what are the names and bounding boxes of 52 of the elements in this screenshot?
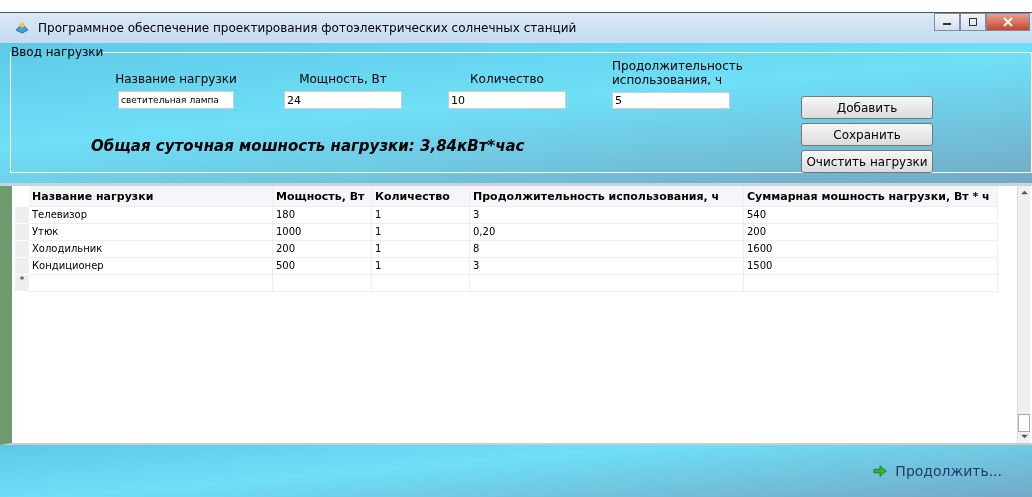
action-button[interactable]: Сохранить [801, 123, 933, 146]
group-title: Ввод нагрузки [11, 45, 104, 59]
maximize-button[interactable] [960, 13, 986, 31]
scroll-up-icon [1020, 190, 1028, 195]
input-field[interactable]: светительная лампа [118, 91, 234, 109]
new-row-marker[interactable]: * [15, 275, 29, 292]
column-header[interactable]: Количество [372, 186, 470, 207]
table-cell: 1 [372, 241, 470, 258]
table-cell: 200 [273, 241, 372, 258]
table-cell: 3 [470, 258, 744, 275]
vertical-scrollbar[interactable] [1017, 186, 1030, 443]
table-cell: Кондиционер [29, 258, 273, 275]
table-cell: 1 [372, 207, 470, 224]
action-button[interactable]: Добавить [801, 96, 933, 119]
minimize-button[interactable] [934, 13, 960, 31]
column-header[interactable]: Название нагрузки [29, 186, 273, 207]
table-cell: Холодильник [29, 241, 273, 258]
table-cell: 1 [372, 258, 470, 275]
close-button[interactable] [986, 13, 1030, 31]
field-label: Мощность, Вт [299, 72, 387, 86]
maximize-icon [968, 17, 978, 27]
table-cell: 180 [273, 207, 372, 224]
scroll-down-icon [1020, 434, 1028, 439]
table-cell: 1500 [744, 258, 998, 275]
field-label: Название нагрузки [115, 72, 237, 86]
arrow-right-icon [873, 464, 888, 478]
column-header[interactable]: Мощность, Вт [273, 186, 372, 207]
table-cell: 1000 [273, 224, 372, 241]
input-field[interactable]: 24 [284, 91, 402, 109]
table-cell: 1 [372, 224, 470, 241]
table-cell: 1600 [744, 241, 998, 258]
field-label: Продолжительность использования, ч [612, 59, 744, 87]
action-button[interactable]: Очистить нагрузки [801, 150, 933, 173]
table-cell: 3 [470, 207, 744, 224]
close-icon [1003, 17, 1013, 27]
app-icon [14, 20, 30, 36]
table-cell: 500 [273, 258, 372, 275]
input-field[interactable]: 5 [612, 92, 730, 109]
column-header[interactable]: Суммарная мошность нагрузки, Вт * ч [744, 186, 998, 207]
table-cell: 200 [744, 224, 998, 241]
table-cell: 540 [744, 207, 998, 224]
column-header[interactable]: Продолжительность использования, ч [470, 186, 744, 207]
table-cell: 8 [470, 241, 744, 258]
window-title: Программное обеспечение проектирования фотоэлектрических солнечных станций [38, 21, 577, 35]
field-label: Количество [470, 72, 544, 86]
continue-button[interactable]: Продолжить... [871, 461, 1004, 481]
scroll-thumb[interactable] [1018, 414, 1030, 432]
table-cell: 0,20 [470, 224, 744, 241]
table-cell: Утюк [29, 224, 273, 241]
table-cell: Телевизор [29, 207, 273, 224]
input-field[interactable]: 10 [448, 91, 566, 109]
total-power-text: Общая суточная мошность нагрузки: 3,84кВт*час [91, 137, 526, 155]
